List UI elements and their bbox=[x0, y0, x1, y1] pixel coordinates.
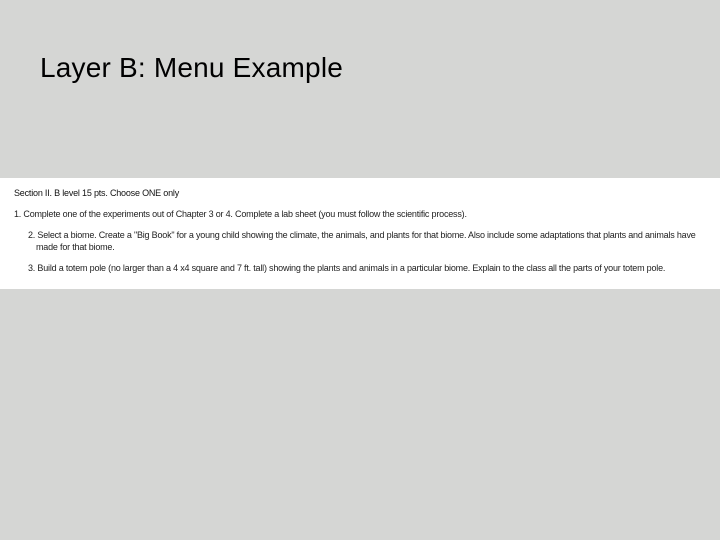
slide: Layer B: Menu Example Section II. B leve… bbox=[0, 0, 720, 540]
page-title: Layer B: Menu Example bbox=[40, 52, 343, 84]
list-item: 3. Build a totem pole (no larger than a … bbox=[28, 262, 706, 274]
list-item: 2. Select a biome. Create a "Big Book" f… bbox=[28, 229, 706, 253]
section-heading: Section II. B level 15 pts. Choose ONE o… bbox=[14, 188, 706, 198]
list-item: 1. Complete one of the experiments out o… bbox=[14, 208, 706, 220]
content-panel: Section II. B level 15 pts. Choose ONE o… bbox=[0, 178, 720, 289]
